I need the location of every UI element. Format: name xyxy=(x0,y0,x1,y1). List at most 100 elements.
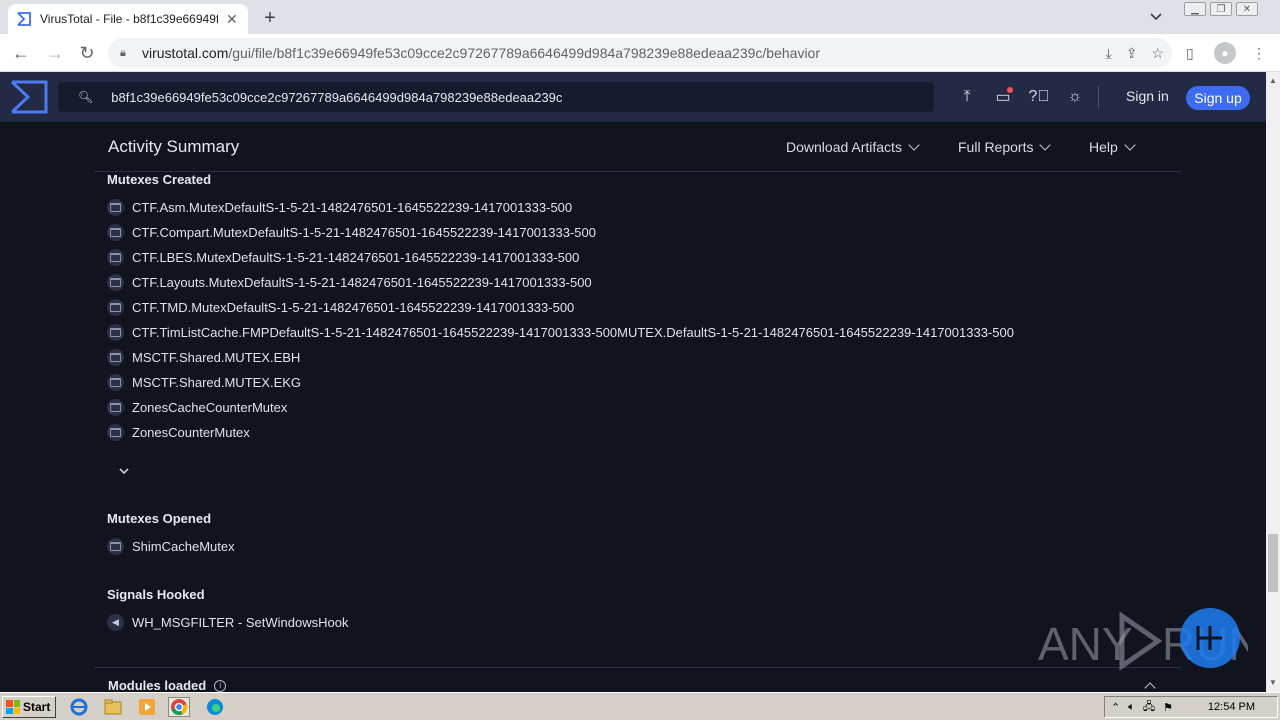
upload-icon[interactable]: ⤒ xyxy=(956,86,978,108)
virustotal-logo-icon[interactable] xyxy=(10,80,48,114)
notifications-chat-icon[interactable]: ▭ xyxy=(992,86,1014,108)
help-menu[interactable]: Help xyxy=(1089,139,1136,155)
internet-explorer-icon[interactable] xyxy=(68,697,90,717)
reload-button[interactable]: ↻ xyxy=(74,40,100,66)
mutex-icon xyxy=(107,249,124,266)
system-tray: ⌃ 🔈︎ 🖧 ⚑ 12:54 PM xyxy=(1104,696,1278,718)
svg-text:ANY: ANY xyxy=(1038,618,1133,670)
list-item: ZonesCacheCounterMutex xyxy=(107,395,1014,420)
mutex-icon xyxy=(107,324,124,341)
taskbar-clock[interactable]: 12:54 PM xyxy=(1208,701,1255,713)
browser-tab[interactable]: VirusTotal - File - b8f1c39e66949fe53c09… xyxy=(8,4,248,34)
chrome-taskbar-icon[interactable] xyxy=(168,697,190,717)
list-item: ZonesCounterMutex xyxy=(107,420,1014,445)
signals-hooked-list: ◀ WH_MSGFILTER - SetWindowsHook xyxy=(107,610,348,635)
list-item: CTF.Compart.MutexDefaultS-1-5-21-1482476… xyxy=(107,220,1014,245)
list-item: CTF.Asm.MutexDefaultS-1-5-21-1482476501-… xyxy=(107,195,1014,220)
chevron-down-icon xyxy=(908,139,920,151)
new-tab-button[interactable]: + xyxy=(258,6,282,30)
show-more-chevron-icon[interactable] xyxy=(118,464,130,476)
side-panel-icon[interactable]: ▯ xyxy=(1186,40,1194,66)
signal-hook-icon: ◀ xyxy=(107,614,124,631)
mutex-icon xyxy=(107,424,124,441)
sign-up-button[interactable]: Sign up xyxy=(1186,86,1250,110)
lock-icon[interactable]: 🔒︎ xyxy=(120,47,134,60)
tab-close-icon[interactable]: ✕ xyxy=(226,11,238,28)
info-icon[interactable]: i xyxy=(214,679,227,692)
full-reports-menu[interactable]: Full Reports xyxy=(958,139,1052,155)
list-item: CTF.TMD.MutexDefaultS-1-5-21-1482476501-… xyxy=(107,295,1014,320)
mutexes-opened-list: ShimCacheMutex xyxy=(107,534,235,559)
mutex-icon xyxy=(107,538,124,555)
mutexes-created-title: Mutexes Created xyxy=(107,172,212,187)
list-item: MSCTF.Shared.MUTEX.EBH xyxy=(107,345,1014,370)
vt-search-box[interactable]: 🔍︎ b8f1c39e66949fe53c09cce2c97267789a664… xyxy=(58,82,934,112)
mutex-icon xyxy=(107,374,124,391)
edge-icon[interactable] xyxy=(204,697,226,717)
close-window-button[interactable]: ✕ xyxy=(1236,2,1258,16)
section-divider xyxy=(94,667,1181,668)
mutex-icon xyxy=(107,299,124,316)
list-item: MSCTF.Shared.MUTEX.EKG xyxy=(107,370,1014,395)
theme-toggle-sun-icon[interactable]: ☼ xyxy=(1064,86,1086,108)
vt-content: Activity Summary Download Artifacts Full… xyxy=(0,122,1266,692)
activity-summary-title: Activity Summary xyxy=(108,137,240,156)
header-divider xyxy=(1098,86,1099,108)
mutex-icon xyxy=(107,274,124,291)
scroll-up-arrow-icon[interactable]: ▲ xyxy=(1269,76,1277,85)
action-center-flag-icon[interactable]: ⚑ xyxy=(1163,701,1173,714)
media-player-icon[interactable] xyxy=(136,697,158,717)
restore-window-button[interactable]: ❐ xyxy=(1210,2,1232,16)
tab-search-chevron-icon[interactable] xyxy=(1150,8,1162,24)
chevron-up-icon[interactable] xyxy=(1144,682,1156,692)
notification-dot xyxy=(1007,87,1013,93)
signals-hooked-title: Signals Hooked xyxy=(107,587,205,602)
windows-taskbar: Start ⌃ 🔈︎ 🖧 ⚑ 12:54 PM xyxy=(0,692,1280,720)
download-artifacts-menu[interactable]: Download Artifacts xyxy=(786,139,920,155)
browser-menu-icon[interactable]: ⋮ xyxy=(1252,40,1266,66)
virustotal-favicon-icon xyxy=(16,11,32,27)
activity-summary-bar: Activity Summary Download Artifacts Full… xyxy=(94,122,1181,172)
page-scrollbar[interactable]: ▲ ▼ xyxy=(1266,72,1280,692)
search-icon: 🔍︎ xyxy=(78,90,94,104)
chevron-down-icon xyxy=(1124,139,1136,151)
list-item: ShimCacheMutex xyxy=(107,534,235,559)
list-item: CTF.LBES.MutexDefaultS-1-5-21-1482476501… xyxy=(107,245,1014,270)
tray-expand-icon[interactable]: ⌃ xyxy=(1111,701,1120,714)
profile-avatar[interactable]: ● xyxy=(1214,40,1236,66)
list-item: ◀ WH_MSGFILTER - SetWindowsHook xyxy=(107,610,348,635)
list-item: CTF.Layouts.MutexDefaultS-1-5-21-1482476… xyxy=(107,270,1014,295)
install-app-icon[interactable]: ⤓ xyxy=(1106,45,1112,62)
vt-header: 🔍︎ b8f1c39e66949fe53c09cce2c97267789a664… xyxy=(0,72,1266,122)
minimize-window-button[interactable]: ▁ xyxy=(1184,2,1206,16)
mutexes-created-list: CTF.Asm.MutexDefaultS-1-5-21-1482476501-… xyxy=(107,195,1014,445)
bookmark-star-icon[interactable]: ☆ xyxy=(1151,45,1164,62)
network-icon[interactable]: 🖧 xyxy=(1143,698,1155,717)
address-url: virustotal.com/gui/file/b8f1c39e66949fe5… xyxy=(142,45,821,61)
volume-icon[interactable]: 🔈︎ xyxy=(1128,701,1135,714)
mutex-icon xyxy=(107,399,124,416)
anyrun-logo-icon: ANY RUN xyxy=(1038,608,1262,671)
back-button[interactable]: ← xyxy=(8,40,34,66)
list-item: CTF.TimListCache.FMPDefaultS-1-5-21-1482… xyxy=(107,320,1014,345)
tab-title: VirusTotal - File - b8f1c39e66949fe53c09… xyxy=(40,12,218,26)
help-icon[interactable]: ?⃝ xyxy=(1028,86,1050,108)
browser-tab-strip: VirusTotal - File - b8f1c39e66949fe53c09… xyxy=(0,0,1280,34)
scrollbar-thumb[interactable] xyxy=(1268,534,1278,592)
window-controls: ▁ ❐ ✕ xyxy=(1184,2,1258,16)
omnibox-actions: ⤓ ⇪ ☆ xyxy=(1106,38,1165,68)
forward-button[interactable]: → xyxy=(42,40,68,66)
vt-search-input[interactable]: b8f1c39e66949fe53c09cce2c97267789a664649… xyxy=(111,90,562,105)
sign-in-link[interactable]: Sign in xyxy=(1126,88,1169,104)
file-explorer-icon[interactable] xyxy=(102,697,124,717)
mutex-icon xyxy=(107,224,124,241)
share-icon[interactable]: ⇪ xyxy=(1126,45,1138,62)
start-button[interactable]: Start xyxy=(2,696,56,718)
mutex-icon xyxy=(107,349,124,366)
scroll-down-arrow-icon[interactable]: ▼ xyxy=(1269,678,1277,687)
address-bar[interactable]: 🔒︎ virustotal.com/gui/file/b8f1c39e66949… xyxy=(108,38,1172,68)
modules-loaded-title: Modules loaded xyxy=(108,678,207,692)
windows-logo-icon xyxy=(6,700,20,714)
mutex-icon xyxy=(107,199,124,216)
modules-loaded-header[interactable]: Modules loaded i xyxy=(108,678,227,692)
